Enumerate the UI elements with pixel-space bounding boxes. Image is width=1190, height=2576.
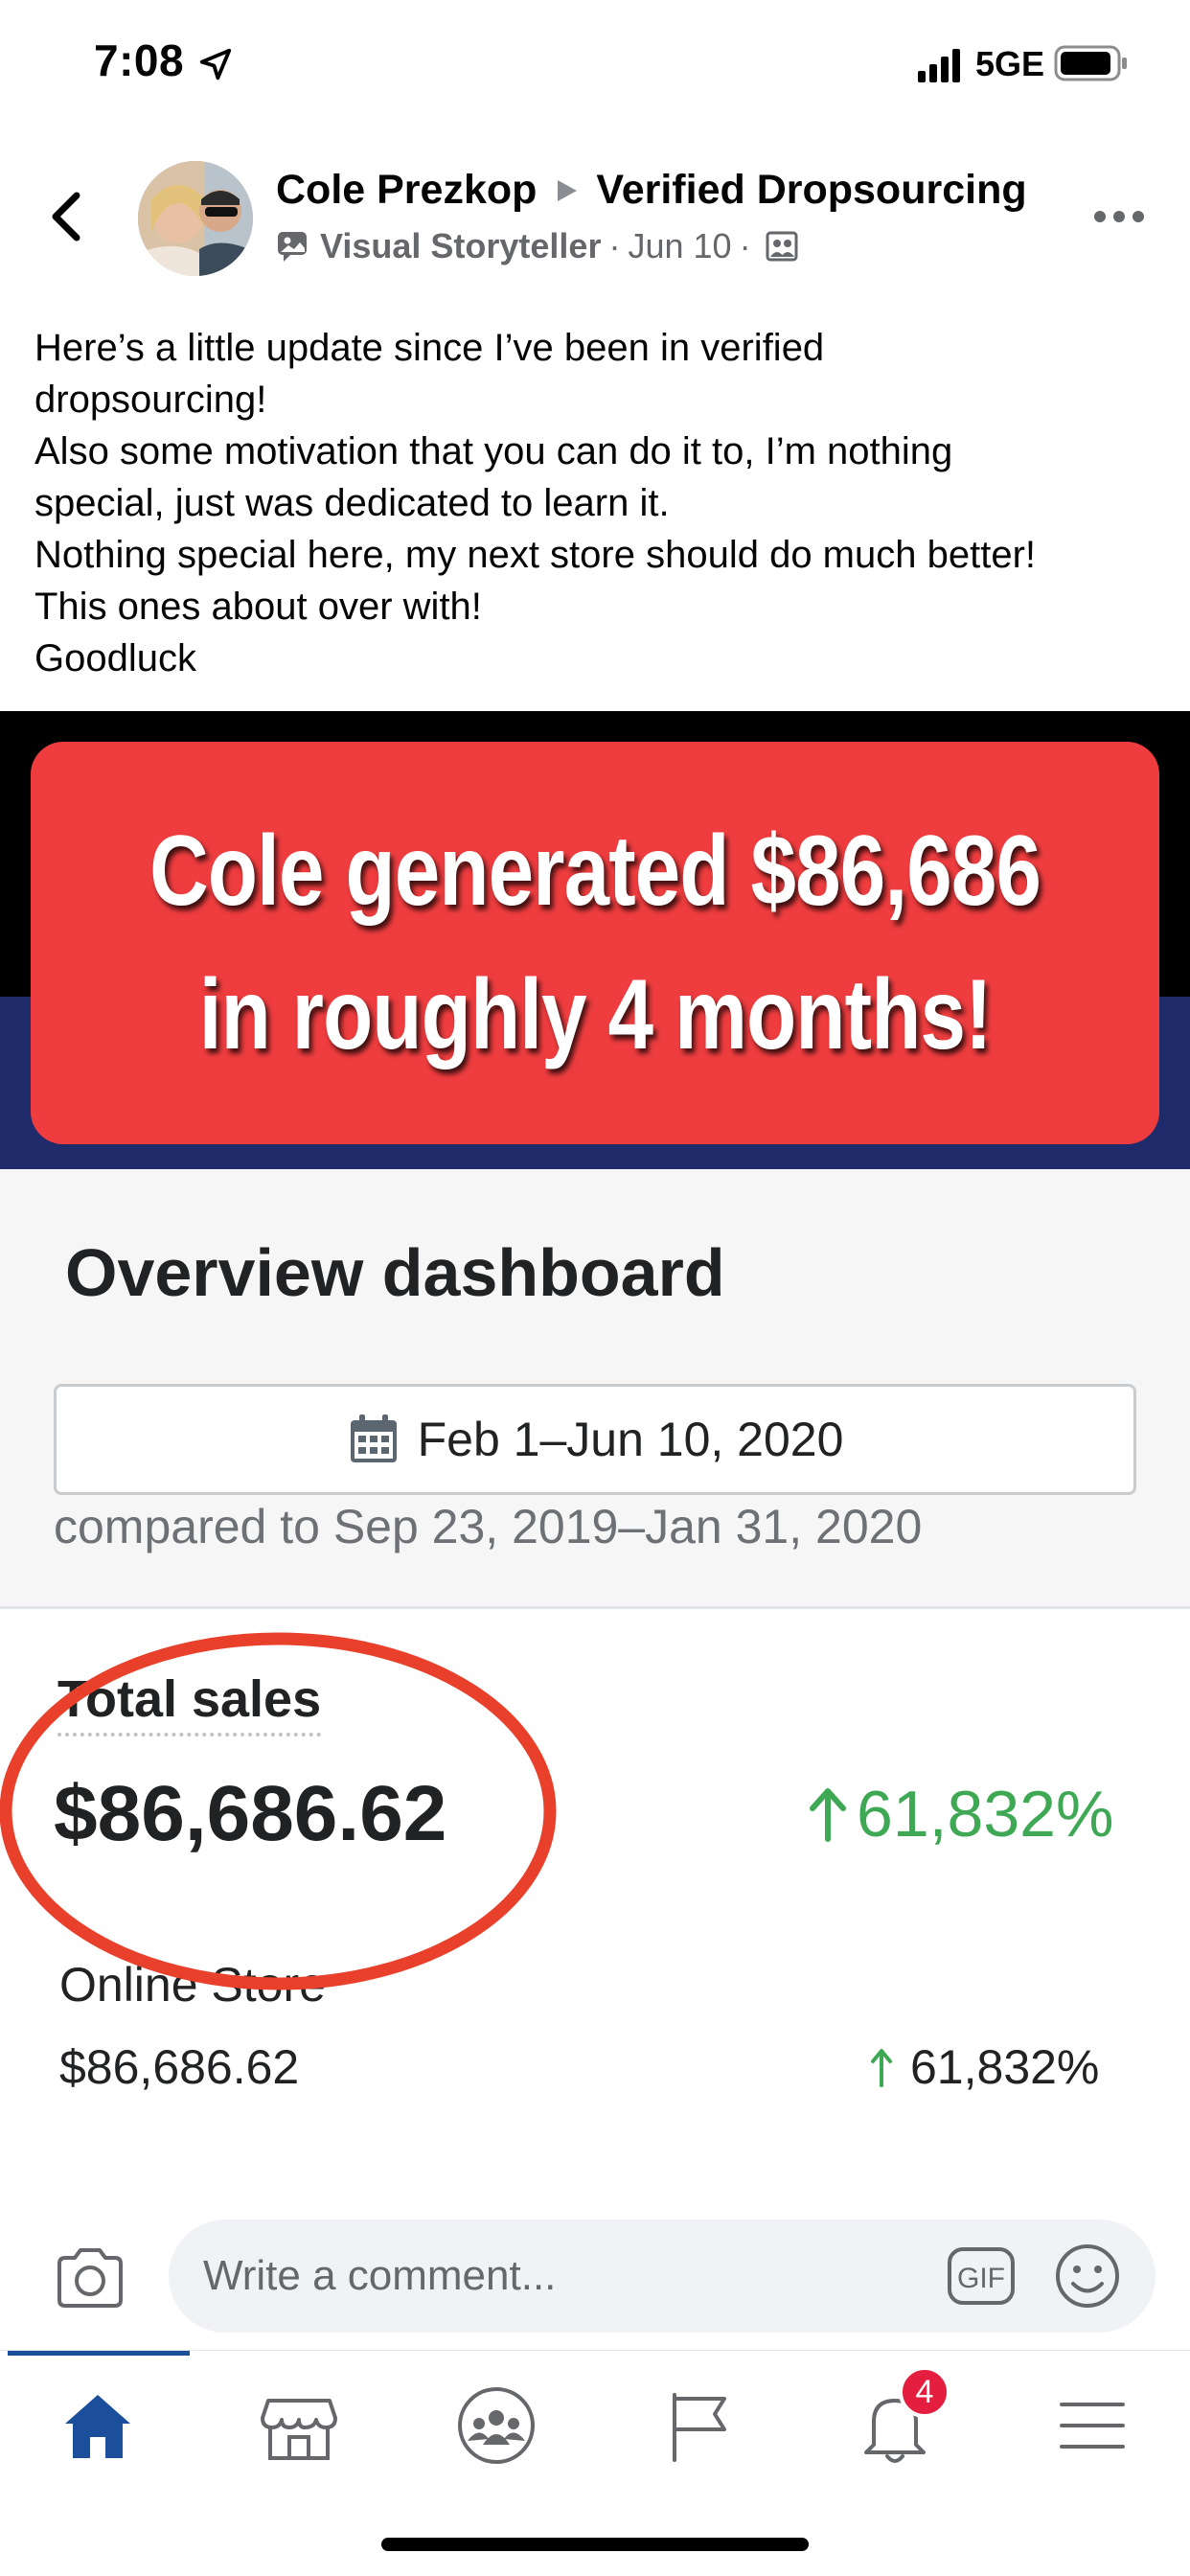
comment-bar: Write a comment... GIF	[0, 2200, 1190, 2350]
total-sales-change: 61,832%	[805, 1777, 1113, 1852]
status-time: 7:08	[94, 35, 185, 85]
online-store-change-value: 61,832%	[910, 2040, 1100, 2094]
up-arrow-icon	[810, 1788, 846, 1842]
notification-count-badge: 4	[899, 2366, 950, 2418]
post-text-line: dropsourcing!	[34, 379, 267, 421]
online-store-change: 61,832%	[870, 2039, 1099, 2095]
tab-pages[interactable]	[661, 2385, 742, 2466]
gif-label: GIF	[957, 2263, 1005, 2294]
member-badge-label[interactable]: Visual Storyteller	[320, 226, 601, 266]
tab-groups[interactable]	[456, 2385, 537, 2466]
tab-menu[interactable]	[1052, 2385, 1133, 2466]
group-audience-icon	[766, 231, 798, 262]
tab-home[interactable]	[57, 2385, 138, 2466]
tab-marketplace[interactable]	[259, 2385, 339, 2466]
avatar-photo	[138, 161, 253, 276]
post-text-line: Nothing special here, my next store shou…	[34, 534, 1036, 576]
post-text: Here’s a little update since I’ve been i…	[34, 322, 1165, 684]
post-text-line: Goodluck	[34, 637, 196, 679]
back-chevron-icon[interactable]	[44, 188, 90, 245]
right-triangle-icon	[558, 179, 578, 201]
banner-line: in roughly 4 months!	[198, 959, 993, 1070]
post-text-line: Here’s a little update since I’ve been i…	[34, 327, 825, 369]
date-range-button: Feb 1–Jun 10, 2020	[54, 1384, 1136, 1495]
post-meta: Visual Storyteller · Jun 10 ·	[276, 226, 799, 266]
home-indicator	[381, 2538, 809, 2551]
calendar-icon	[350, 1414, 397, 1462]
groups-icon	[458, 2387, 535, 2464]
total-sales-change-value: 61,832%	[857, 1778, 1114, 1851]
battery-icon	[1054, 45, 1127, 81]
red-circle-highlight	[0, 1632, 557, 1990]
marketplace-icon	[261, 2399, 337, 2460]
comparison-range: compared to Sep 23, 2019–Jan 31, 2020	[54, 1500, 923, 1553]
home-icon	[65, 2395, 130, 2458]
status-bar: 7:08 5GE	[0, 0, 1190, 134]
more-options-icon[interactable]	[1092, 205, 1146, 228]
online-store-value: $86,686.62	[59, 2040, 300, 2094]
headline-banner: Cole generated $86,686 in roughly 4 mont…	[31, 742, 1159, 1144]
meta-separator: ·	[739, 226, 751, 265]
visual-storyteller-badge-icon	[278, 232, 307, 262]
meta-separator: ·	[608, 226, 621, 265]
signal-icon	[918, 49, 960, 82]
post-text-line: special, just was dedicated to learn it.	[34, 482, 670, 524]
dashboard-title: Overview dashboard	[65, 1235, 725, 1310]
emoji-icon[interactable]	[1054, 2242, 1121, 2310]
gif-icon[interactable]: GIF	[947, 2246, 1016, 2306]
pages-flag-icon	[673, 2393, 726, 2462]
camera-icon[interactable]	[54, 2244, 126, 2312]
post-author-line: Cole Prezkop Verified Dropsourcing	[276, 167, 1027, 214]
post-image[interactable]: Overview dashboard Feb 1–Jun 10, 2020 co…	[0, 711, 1190, 2200]
post-date[interactable]: Jun 10	[628, 226, 731, 266]
author-name-link[interactable]: Cole Prezkop	[276, 167, 537, 214]
location-arrow-icon	[199, 48, 232, 80]
network-type: 5GE	[975, 44, 1045, 83]
menu-icon	[1060, 2403, 1125, 2449]
avatar[interactable]	[138, 161, 253, 276]
group-name-link[interactable]: Verified Dropsourcing	[596, 167, 1026, 214]
date-range-label: Feb 1–Jun 10, 2020	[417, 1413, 844, 1466]
post-text-line: Also some motivation that you can do it …	[34, 430, 953, 472]
up-arrow-icon	[871, 2049, 892, 2087]
active-tab-indicator	[8, 2351, 190, 2356]
post-text-line: This ones about over with!	[34, 586, 482, 628]
banner-line: Cole generated $86,686	[149, 816, 1041, 927]
